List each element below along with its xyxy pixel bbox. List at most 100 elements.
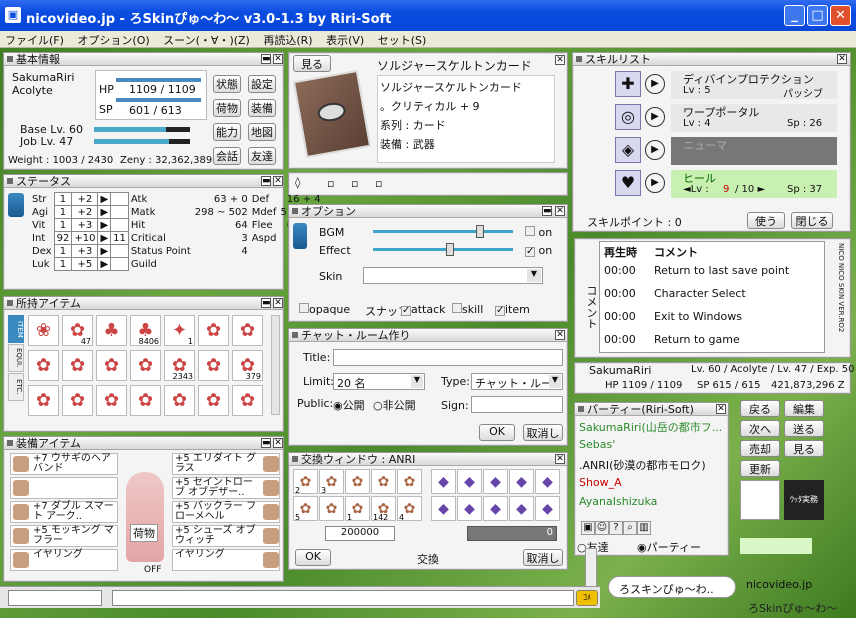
menu-file[interactable]: ファイル(F): [0, 31, 69, 49]
chevron-down-icon[interactable]: ▼: [411, 375, 423, 388]
stat-bonus[interactable]: +2: [71, 192, 99, 206]
chevron-down-icon[interactable]: ▼: [527, 269, 541, 282]
minimize-icon[interactable]: ▬: [261, 176, 271, 186]
enter-button[interactable]: ｳｯﾀ実務: [784, 480, 824, 520]
equip-slot[interactable]: +7 ダブル スマート アーク..: [10, 501, 118, 523]
effect-slider[interactable]: [373, 243, 513, 256]
trade-slot[interactable]: ✿ 4: [397, 496, 422, 522]
bgm-on-checkbox[interactable]: on: [525, 226, 552, 239]
maximize-button[interactable]: □: [807, 5, 828, 26]
trade-slot[interactable]: ✿ 5: [293, 496, 318, 522]
arrow-right-icon[interactable]: ▶: [97, 218, 112, 232]
close-icon[interactable]: ✕: [555, 55, 565, 65]
skill-info[interactable]: ワープポータル Lv : 4 Sp : 26: [671, 104, 837, 132]
trade-ok-button[interactable]: OK: [295, 549, 331, 566]
inventory-scrollbar[interactable]: [271, 315, 280, 415]
trade-cancel-button[interactable]: 取消し: [523, 549, 563, 566]
inventory-slot[interactable]: ✿ 47: [62, 315, 93, 346]
close-icon[interactable]: ✕: [716, 404, 726, 414]
trade-slot[interactable]: ✿: [319, 496, 344, 521]
slot-icon[interactable]: ▫: [327, 177, 334, 190]
play-icon[interactable]: ▶: [645, 74, 665, 94]
arrow-right-icon[interactable]: ▶: [97, 231, 112, 245]
stat-base[interactable]: 1: [53, 192, 73, 206]
inventory-slot[interactable]: ✿: [198, 385, 229, 416]
equip-slot[interactable]: [10, 477, 118, 499]
skill-checkbox[interactable]: skill: [452, 303, 483, 316]
minimize-icon[interactable]: ▬: [261, 298, 271, 308]
menu-reload[interactable]: 再読込(R): [258, 31, 317, 49]
limit-select[interactable]: 20 名 ▼: [333, 373, 425, 390]
skill-row[interactable]: ♥ ▶ ヒール ◄Lv :9/ 10 ► Sp : 37: [613, 169, 841, 199]
arrow-right-icon[interactable]: ▶: [97, 257, 112, 271]
close-icon[interactable]: ✕: [273, 176, 283, 186]
my-zeny-input[interactable]: 200000: [325, 526, 395, 541]
slot-icon[interactable]: ▫: [375, 177, 382, 190]
trade-slot[interactable]: ✿: [397, 469, 422, 494]
comment-button[interactable]: ｺﾒ: [576, 590, 598, 606]
inventory-slot[interactable]: ♣ 8406: [130, 315, 161, 346]
trade-slot[interactable]: ✿: [371, 469, 396, 494]
map-button[interactable]: 地図: [248, 123, 276, 141]
party-member[interactable]: SakumaRiri(山岳の都市フ...: [579, 419, 722, 435]
minimize-button[interactable]: _: [784, 5, 805, 26]
close-icon[interactable]: ✕: [555, 330, 565, 340]
column-comment[interactable]: コメント: [654, 244, 698, 260]
type-select[interactable]: チャット・ルー ▼: [471, 373, 563, 390]
stat-bonus[interactable]: +3: [71, 244, 99, 258]
inventory-slot[interactable]: ✿: [164, 385, 195, 416]
tab-etc[interactable]: ETC.: [8, 373, 24, 401]
card-slot-icon[interactable]: ◊: [295, 176, 300, 189]
minimize-icon[interactable]: ▬: [542, 206, 552, 216]
stat-bonus[interactable]: +5: [71, 257, 99, 271]
skill-info[interactable]: ヒール ◄Lv :9/ 10 ► Sp : 37: [671, 170, 837, 198]
ability-button[interactable]: 能力: [213, 123, 241, 141]
tab-item[interactable]: ITEM: [8, 315, 24, 343]
effect-slider-knob[interactable]: [445, 243, 454, 256]
inventory-slot[interactable]: ♣: [96, 315, 127, 346]
inventory-slot[interactable]: ✿: [198, 350, 229, 381]
stat-base[interactable]: 1: [53, 244, 73, 258]
close-icon[interactable]: ✕: [273, 54, 283, 64]
inventory-slot[interactable]: ✿: [28, 350, 59, 381]
close-button[interactable]: ✕: [830, 5, 851, 26]
trade-slot[interactable]: ✿ 2: [293, 469, 318, 495]
side-button[interactable]: 次へ: [740, 420, 780, 437]
equip-slot[interactable]: イヤリング: [10, 549, 118, 571]
use-skill-button[interactable]: 使う: [747, 212, 785, 229]
stat-base[interactable]: 92: [53, 231, 73, 245]
arrow-right-icon[interactable]: ▶: [97, 205, 112, 219]
inventory-slot[interactable]: ✿ 2343: [164, 350, 195, 381]
trade-slot[interactable]: ✿: [345, 469, 370, 494]
item-checkbox[interactable]: ✓item: [495, 303, 530, 316]
equip-button[interactable]: 装備: [248, 99, 276, 117]
inventory-slot[interactable]: ✿ 379: [232, 350, 263, 381]
close-icon[interactable]: ✕: [837, 54, 847, 64]
equip-slot[interactable]: +5 モッキング マフラー: [10, 525, 118, 547]
party-chat-icon[interactable]: ☺: [595, 521, 609, 535]
skill-info[interactable]: ニューマ: [671, 137, 837, 165]
side-button[interactable]: 見る: [784, 440, 824, 457]
stat-bonus[interactable]: +10: [71, 231, 99, 245]
side-button[interactable]: 売却: [740, 440, 780, 457]
play-icon[interactable]: ▶: [645, 173, 665, 193]
trade-slot[interactable]: ✿ 1: [345, 496, 370, 522]
stat-base[interactable]: 1: [53, 257, 73, 271]
bgm-slider[interactable]: [373, 225, 513, 238]
bgm-slider-knob[interactable]: [475, 225, 484, 238]
equip-slot[interactable]: +5 シューズ オブ ウィッチ: [172, 525, 280, 547]
side-button[interactable]: 送る: [784, 420, 824, 437]
attack-checkbox[interactable]: ✓attack: [401, 303, 446, 316]
arrow-right-icon[interactable]: ▶: [97, 244, 112, 258]
preview-box[interactable]: [740, 480, 780, 520]
close-icon[interactable]: ✕: [555, 206, 565, 216]
party-radio[interactable]: ◉パーティー: [637, 539, 701, 555]
sign-input[interactable]: [471, 396, 563, 413]
friends-button[interactable]: 友達: [248, 147, 276, 165]
close-icon[interactable]: ✕: [273, 438, 283, 448]
opaque-checkbox[interactable]: opaque: [299, 303, 350, 316]
slot-icon[interactable]: ▫: [351, 177, 358, 190]
inventory-label[interactable]: 荷物: [130, 524, 158, 542]
inventory-button[interactable]: 荷物: [213, 99, 241, 117]
close-icon[interactable]: ✕: [273, 298, 283, 308]
